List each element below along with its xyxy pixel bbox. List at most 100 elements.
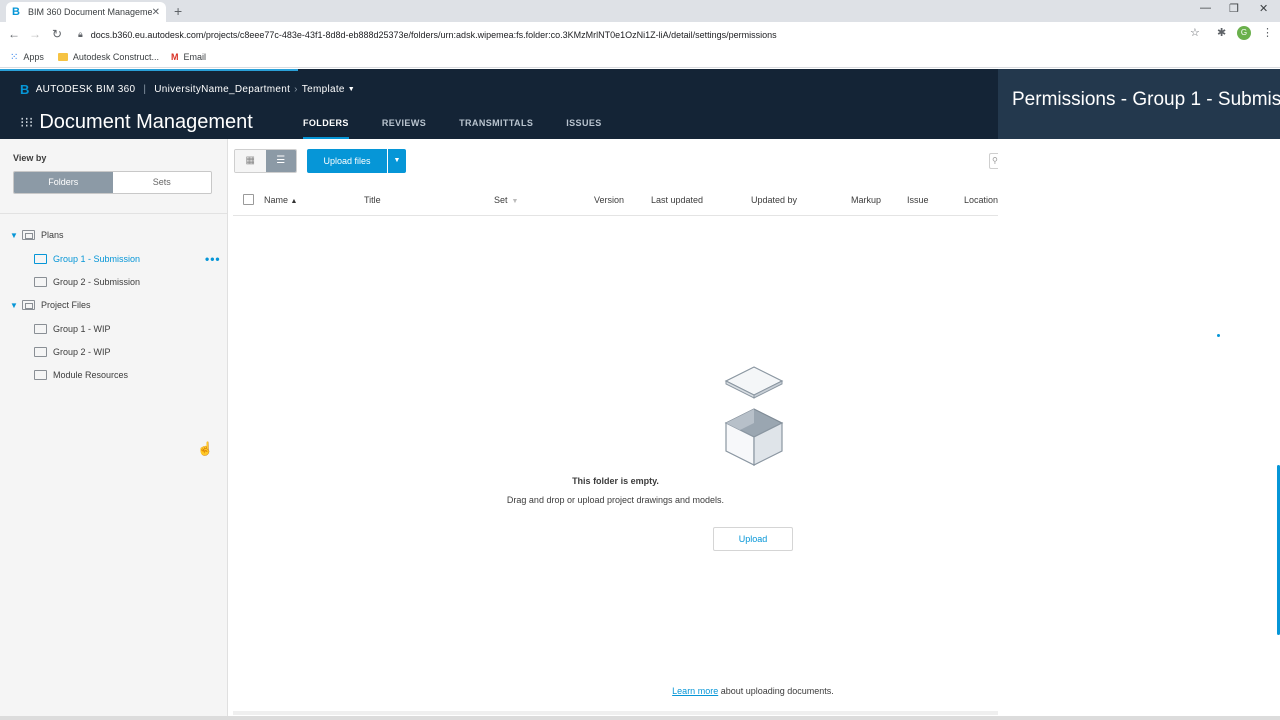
brand-name: AUTODESK BIM 360 [35,84,136,95]
bookmark-star-icon[interactable]: ☆ [1190,26,1200,39]
column-updated-by[interactable]: Updated by [751,195,797,205]
minimize-icon[interactable]: — [1200,2,1211,14]
view-by-toggle: Folders Sets [13,171,212,194]
document-list: ▦ ☰ Upload files ▼ ⚲ Name ▲ Title Set ▼ V… [233,139,1001,715]
empty-folder-illustration [724,366,784,466]
view-folders-button[interactable]: Folders [14,172,113,193]
browser-menu-icon[interactable]: ⋮ [1262,26,1273,39]
column-set[interactable]: Set ▼ [494,195,518,205]
expand-triangle-icon[interactable]: ▼ [10,231,22,240]
browser-toolbar: ← → ↻ 🔒︎ docs.b360.eu.autodesk.com/proje… [0,22,1280,47]
expand-triangle-icon[interactable]: ▼ [10,301,22,310]
tree-item-group1-wip[interactable]: Group 1 - WIP [34,319,111,339]
nav-folders[interactable]: FOLDERS [303,118,349,139]
column-location[interactable]: Location [964,195,998,205]
tree-item-label: Group 1 - WIP [53,324,111,334]
folder-icon [34,370,47,380]
horizontal-scrollbar[interactable] [233,711,998,715]
reload-icon[interactable]: ↻ [47,27,67,41]
project-name[interactable]: UniversityName_Department [154,84,290,95]
bookmarks-bar: ⁙ Apps Autodesk Construct... M Email [0,47,1280,68]
select-all-checkbox[interactable] [243,194,254,205]
app-title-bar: ⁝⁝⁝ Document Management [20,111,253,134]
project-selector[interactable]: Template [302,84,345,95]
plans-folder-icon [22,230,35,240]
learn-more-link[interactable]: Learn more [672,686,718,696]
divider [0,213,227,214]
bookmark-email[interactable]: M Email [171,52,206,62]
folder-icon [34,254,47,264]
upload-button[interactable]: Upload [713,527,793,551]
permissions-panel: Permissions - Group 1 - Submission [998,69,1280,720]
bookmark-label: Email [183,52,206,62]
view-by-label: View by [13,153,47,163]
nav-reviews[interactable]: REVIEWS [382,118,426,139]
table-header: Name ▲ Title Set ▼ Version Last updated U… [233,184,998,216]
empty-folder-subtitle: Drag and drop or upload project drawings… [506,495,725,505]
nav-transmittals[interactable]: TRANSMITTALS [459,118,533,139]
folder-icon [34,277,47,287]
column-last-updated[interactable]: Last updated [651,195,703,205]
tree-item-label: Plans [41,230,64,240]
main-nav: FOLDERS REVIEWS TRANSMITTALS ISSUES [303,118,635,139]
bim360-favicon-icon: B [12,6,20,18]
folder-sidebar: View by Folders Sets ▼ Plans Group 1 - S… [0,139,228,720]
sort-ascending-icon: ▲ [290,198,298,205]
breadcrumb-separator: › [294,84,298,95]
bookmark-autodesk[interactable]: Autodesk Construct... [57,52,159,62]
list-toolbar: ▦ ☰ Upload files ▼ ⚲ [233,149,1001,173]
tree-item-label: Group 2 - Submission [53,277,141,287]
permissions-panel-header: Permissions - Group 1 - Submission [998,69,1280,139]
browser-tab[interactable]: B BIM 360 Document Management ✕ [6,2,166,22]
tree-item-plans[interactable]: ▼ Plans [10,225,64,245]
column-markup[interactable]: Markup [851,195,881,205]
upload-dropdown-icon[interactable]: ▼ [388,149,406,173]
restore-icon[interactable]: ❐ [1229,2,1239,15]
close-tab-icon[interactable]: ✕ [152,7,160,18]
tree-item-group1-submission[interactable]: Group 1 - Submission [34,249,140,269]
list-view-icon[interactable]: ☰ [265,150,296,172]
extensions-icon[interactable]: ✱ [1217,26,1226,39]
new-tab-icon[interactable]: + [174,3,182,19]
column-title[interactable]: Title [364,195,381,205]
forward-icon[interactable]: → [25,27,45,41]
tree-item-module-resources[interactable]: Module Resources [34,365,128,385]
address-bar[interactable]: 🔒︎ docs.b360.eu.autodesk.com/projects/c8… [78,25,1208,44]
permissions-panel-title: Permissions - Group 1 - Submission [1012,89,1280,110]
hand-cursor-icon: ☝ [197,441,214,456]
loading-spinner-icon [1217,334,1220,337]
tree-item-label: Group 1 - Submission [53,254,141,264]
back-icon[interactable]: ← [4,27,24,41]
profile-avatar[interactable]: G [1237,26,1251,40]
view-sets-button[interactable]: Sets [112,172,211,193]
view-mode-toggle: ▦ ☰ [234,149,297,173]
bookmark-apps[interactable]: ⁙ Apps [10,52,44,63]
close-window-icon[interactable]: ✕ [1259,2,1268,15]
upload-files-button[interactable]: Upload files [307,149,387,173]
app-title: Document Management [39,111,253,133]
loading-bar [0,69,298,71]
brand-bar: B AUTODESK BIM 360 | UniversityName_Depa… [20,82,355,97]
project-files-folder-icon [22,300,35,310]
folder-icon [34,324,47,334]
tree-item-label: Group 2 - WIP [53,347,111,357]
tree-item-group2-submission[interactable]: Group 2 - Submission [34,272,140,292]
tree-item-group2-wip[interactable]: Group 2 - WIP [34,342,111,362]
folder-icon [34,347,47,357]
module-switcher-icon[interactable]: ⁝⁝⁝ [20,114,33,131]
more-options-icon[interactable]: ••• [205,252,221,266]
column-version[interactable]: Version [594,195,624,205]
folder-icon [57,53,68,61]
filter-icon[interactable]: ▼ [512,198,519,205]
column-issue[interactable]: Issue [907,195,929,205]
chevron-down-icon[interactable]: ▼ [348,86,355,93]
tab-title: BIM 360 Document Management [28,7,152,17]
column-name[interactable]: Name ▲ [264,195,297,205]
tree-item-label: Project Files [41,300,91,310]
column-label: Set [494,195,508,205]
browser-tabstrip: B BIM 360 Document Management ✕ + — ❐ ✕ [0,0,1280,22]
grid-view-icon[interactable]: ▦ [235,150,266,172]
url-text: docs.b360.eu.autodesk.com/projects/c8eee… [90,29,777,40]
nav-issues[interactable]: ISSUES [566,118,601,139]
tree-item-project-files[interactable]: ▼ Project Files [10,295,91,315]
